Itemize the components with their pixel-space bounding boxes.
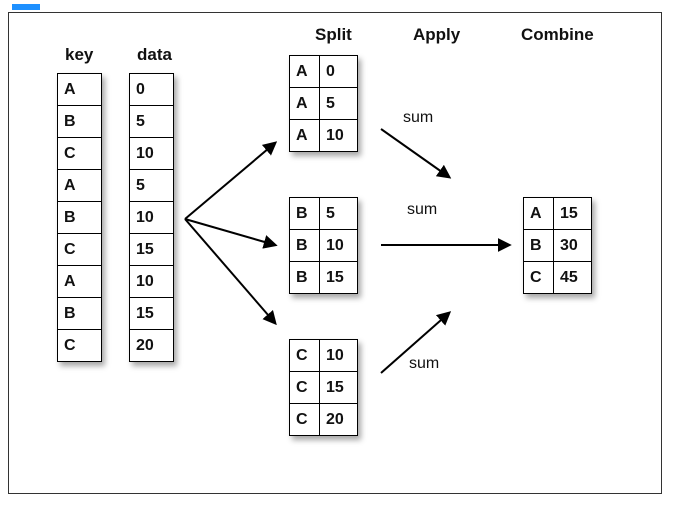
cell: 15 [130, 298, 174, 330]
cell: C [524, 262, 554, 294]
cell: A [290, 88, 320, 120]
cell: 15 [320, 262, 358, 294]
cell: 45 [554, 262, 592, 294]
cell: C [290, 404, 320, 436]
cell: 5 [320, 198, 358, 230]
accent-bar [12, 4, 40, 10]
split-group-c: C10 C15 C20 [289, 339, 358, 436]
original-key-table: A B C A B C A B C [57, 73, 102, 362]
cell: B [58, 202, 102, 234]
heading-apply: Apply [413, 25, 460, 45]
cell: A [58, 74, 102, 106]
cell: 15 [320, 372, 358, 404]
cell: 0 [130, 74, 174, 106]
cell: C [290, 340, 320, 372]
cell: C [58, 234, 102, 266]
cell: B [58, 298, 102, 330]
cell: 10 [130, 138, 174, 170]
cell: C [58, 138, 102, 170]
heading-data: data [137, 45, 172, 65]
cell: 20 [320, 404, 358, 436]
cell: 15 [554, 198, 592, 230]
heading-combine: Combine [521, 25, 594, 45]
cell: 10 [130, 266, 174, 298]
cell: C [58, 330, 102, 362]
combine-table: A15 B30 C45 [523, 197, 592, 294]
cell: 10 [130, 202, 174, 234]
original-data-table: 0 5 10 5 10 15 10 15 20 [129, 73, 174, 362]
cell: A [290, 56, 320, 88]
cell: 0 [320, 56, 358, 88]
apply-label-c: sum [409, 355, 439, 373]
heading-split: Split [315, 25, 352, 45]
cell: 10 [320, 120, 358, 152]
cell: 5 [130, 106, 174, 138]
split-group-b: B5 B10 B15 [289, 197, 358, 294]
cell: C [290, 372, 320, 404]
cell: B [524, 230, 554, 262]
cell: 5 [320, 88, 358, 120]
apply-label-a: sum [403, 109, 433, 127]
cell: 15 [130, 234, 174, 266]
cell: A [290, 120, 320, 152]
cell: B [290, 198, 320, 230]
cell: B [290, 230, 320, 262]
diagram-frame: key data Split Apply Combine A B C A B C… [8, 12, 662, 494]
cell: 5 [130, 170, 174, 202]
cell: A [58, 266, 102, 298]
cell: B [290, 262, 320, 294]
heading-key: key [65, 45, 93, 65]
cell: A [524, 198, 554, 230]
cell: 30 [554, 230, 592, 262]
cell: A [58, 170, 102, 202]
split-group-a: A0 A5 A10 [289, 55, 358, 152]
apply-label-b: sum [407, 201, 437, 219]
cell: 10 [320, 230, 358, 262]
cell: 20 [130, 330, 174, 362]
cell: B [58, 106, 102, 138]
cell: 10 [320, 340, 358, 372]
